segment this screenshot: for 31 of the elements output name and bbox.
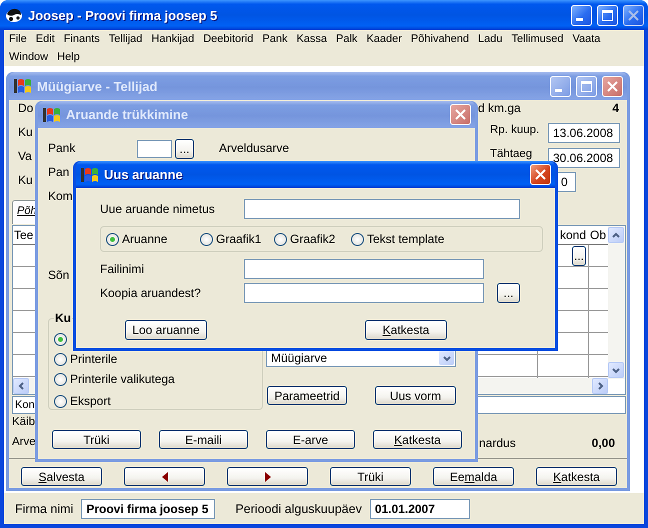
summary-value: 4	[612, 101, 619, 116]
field-label: Arve	[12, 436, 36, 449]
field-label: Pan	[48, 165, 70, 180]
field-label: Pank	[48, 141, 76, 156]
field-label: Failinimi	[100, 262, 146, 276]
field-label: Uue aruande nimetus	[100, 202, 216, 216]
column-header: Tee	[14, 228, 34, 243]
status-label: Firma nimi	[15, 502, 74, 516]
field-label: Käib	[12, 416, 36, 429]
field-label: Koopia aruandest?	[100, 286, 202, 300]
field-label: Tähtaeg	[490, 148, 532, 161]
field-label: nardus	[479, 436, 516, 451]
window-title: Aruande trükkimine	[66, 107, 190, 122]
field-label: d km.ga	[478, 101, 521, 116]
field-label: Kom	[48, 189, 73, 204]
field-label: Arveldusarve	[219, 141, 290, 156]
field-label: Do	[18, 101, 34, 116]
column-header: Ob	[590, 228, 606, 243]
field-label: Ku	[18, 173, 33, 188]
status-label: Perioodi alguskuupäev	[235, 502, 362, 516]
total-value: 0,00	[592, 436, 615, 451]
window-title: Uus aruanne	[104, 167, 184, 182]
field-label: Rp. kuup.	[490, 124, 540, 137]
field-label: Ku	[18, 125, 33, 140]
field-label: Va	[18, 149, 32, 164]
window-title: Joosep - Proovi firma joosep 5	[28, 8, 218, 22]
window-title: Müügiarve - Tellijad	[37, 78, 158, 94]
field-label: Sõn	[48, 268, 70, 283]
status-field: Proovi firma joosep 5	[81, 498, 216, 518]
status-field: 01.01.2007	[370, 498, 470, 518]
column-header: kond	[560, 228, 586, 243]
